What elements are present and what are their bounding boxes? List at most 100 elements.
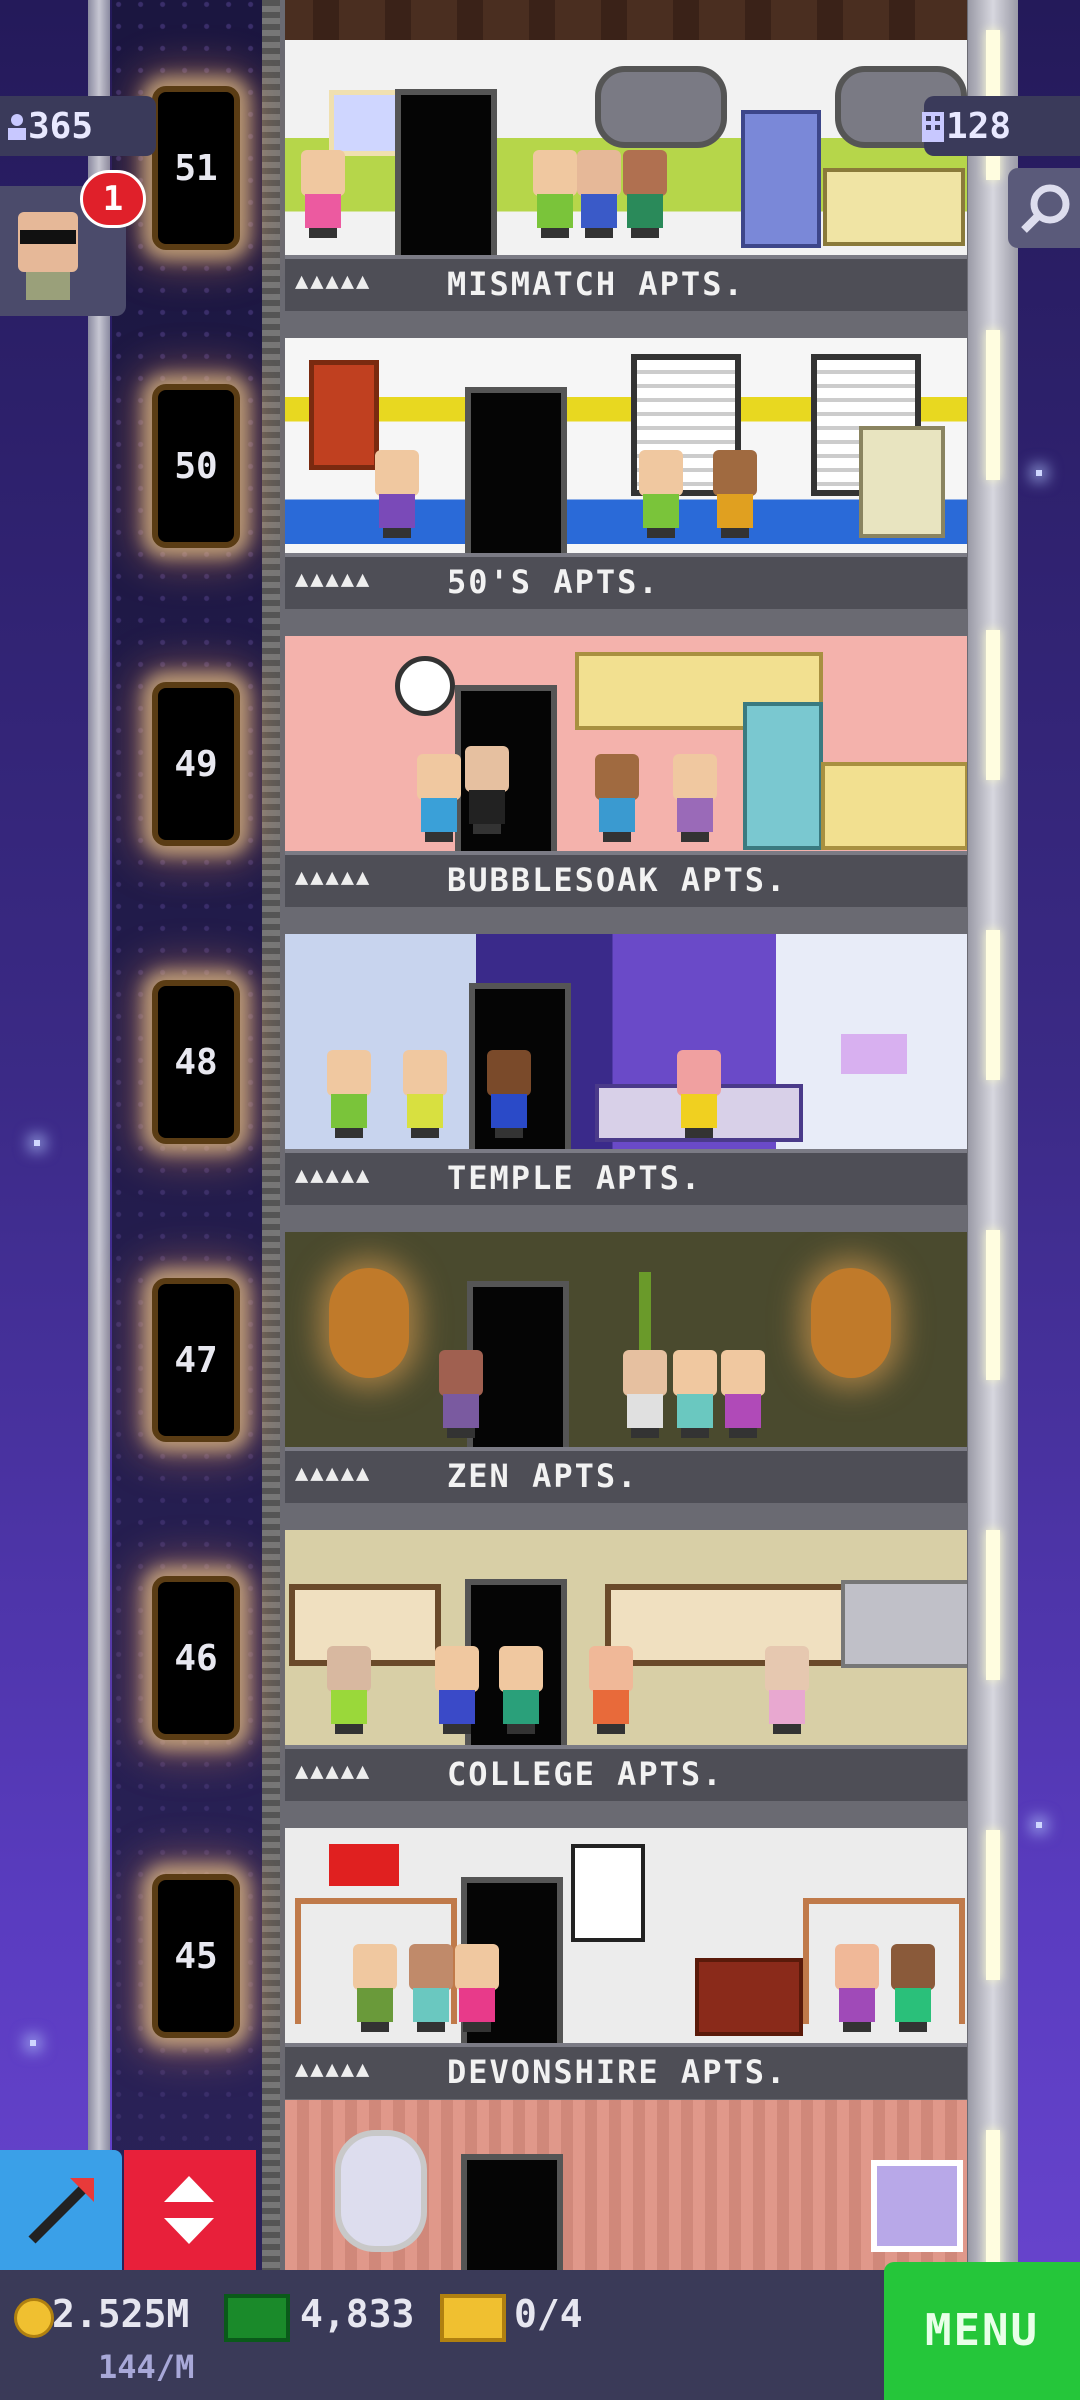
elevator-stop-floor-51[interactable]: 51 xyxy=(152,86,240,250)
resident-icons: ▲▲▲▲▲ xyxy=(295,1461,372,1486)
notification-badge: 1 xyxy=(80,170,146,228)
floors-value: 128 xyxy=(946,106,1012,147)
coin-icon xyxy=(14,2298,54,2338)
floor-number: 49 xyxy=(174,744,218,785)
fridge xyxy=(741,110,821,248)
resident[interactable] xyxy=(453,1944,501,2032)
floor-name: TEMPLE APTS. xyxy=(447,1159,703,1197)
resident[interactable] xyxy=(463,746,511,834)
floors-counter[interactable]: 128 xyxy=(922,96,1080,156)
window xyxy=(605,1584,857,1666)
bookshelf xyxy=(695,1958,803,2036)
apartment-door xyxy=(465,387,567,563)
tickets-value: 0/4 xyxy=(514,2292,583,2336)
bunk-bed xyxy=(803,1898,965,2024)
floor-label-50: ▲▲▲▲▲ 50'S APTS. xyxy=(285,553,967,609)
floor-name: MISMATCH APTS. xyxy=(447,265,745,303)
floor-room-48[interactable] xyxy=(285,934,967,1179)
floor-room-45[interactable] xyxy=(285,1828,967,2073)
fridge xyxy=(743,702,823,850)
elevator-stop-floor-50[interactable]: 50 xyxy=(152,384,240,548)
floor-name: 50'S APTS. xyxy=(447,563,660,601)
floor-label-51: ▲▲▲▲▲ MISMATCH APTS. xyxy=(285,255,967,311)
floor-room-51[interactable] xyxy=(285,40,967,285)
resident[interactable] xyxy=(497,1646,545,1734)
resident[interactable] xyxy=(325,1646,373,1734)
resident[interactable] xyxy=(351,1944,399,2032)
resident[interactable] xyxy=(671,754,719,842)
elevator-stop-floor-48[interactable]: 48 xyxy=(152,980,240,1144)
resident[interactable] xyxy=(401,1050,449,1138)
resident[interactable] xyxy=(531,150,579,238)
floor-number: 47 xyxy=(174,1340,218,1381)
elevator-stop-floor-49[interactable]: 49 xyxy=(152,682,240,846)
floor-label-47: ▲▲▲▲▲ ZEN APTS. xyxy=(285,1447,967,1503)
coins-value: 2.525M xyxy=(52,2292,190,2336)
kitchen-counter xyxy=(823,168,965,246)
resident[interactable] xyxy=(415,754,463,842)
resident[interactable] xyxy=(325,1050,373,1138)
elevator-up-down-icon xyxy=(164,2176,214,2244)
elevator-stop-floor-47[interactable]: 47 xyxy=(152,1278,240,1442)
floor-room-46[interactable] xyxy=(285,1530,967,1775)
wall-art xyxy=(309,360,379,470)
floor-room-47[interactable] xyxy=(285,1232,967,1477)
floor-room-44[interactable] xyxy=(285,2100,967,2270)
resident[interactable] xyxy=(637,450,685,538)
star-decoration xyxy=(1036,470,1042,476)
search-button[interactable] xyxy=(1008,168,1080,248)
raise-button[interactable] xyxy=(0,2150,122,2270)
resident[interactable] xyxy=(833,1944,881,2032)
building-icon xyxy=(922,112,944,142)
resident[interactable] xyxy=(719,1350,767,1438)
apartment-door xyxy=(461,2154,563,2270)
resident[interactable] xyxy=(437,1350,485,1438)
floor-room-50[interactable] xyxy=(285,338,967,583)
population-value: 365 xyxy=(28,106,94,147)
resident[interactable] xyxy=(299,150,347,238)
resident[interactable] xyxy=(407,1944,455,2032)
resident[interactable] xyxy=(373,450,421,538)
poster xyxy=(571,1844,645,1942)
person-icon xyxy=(8,114,26,140)
resident[interactable] xyxy=(593,754,641,842)
floor-label-46: ▲▲▲▲▲ COLLEGE APTS. xyxy=(285,1745,967,1801)
kitchen-counter xyxy=(821,762,967,850)
right-support-pillar xyxy=(968,0,1018,2280)
arrow-up-right-icon xyxy=(28,2178,94,2244)
floor-name: DEVONSHIRE APTS. xyxy=(447,2053,788,2091)
elevator-rail xyxy=(262,0,280,2270)
resident[interactable] xyxy=(711,450,759,538)
resident[interactable] xyxy=(671,1350,719,1438)
floor-room-49[interactable] xyxy=(285,636,967,881)
menu-button[interactable]: MENU xyxy=(884,2262,1080,2400)
population-counter[interactable]: 365 xyxy=(0,96,156,156)
resident[interactable] xyxy=(587,1646,635,1734)
resident[interactable] xyxy=(485,1050,533,1138)
floor-number: 50 xyxy=(174,446,218,487)
pennant-flag xyxy=(329,1844,399,1886)
ticket-icon xyxy=(440,2294,506,2342)
resident[interactable] xyxy=(675,1050,723,1138)
wall-clock-icon xyxy=(395,656,455,716)
floor-number: 48 xyxy=(174,1042,218,1083)
resident-icons: ▲▲▲▲▲ xyxy=(295,865,372,890)
resident[interactable] xyxy=(621,1350,669,1438)
apartment-door xyxy=(395,89,497,265)
elevator-button[interactable] xyxy=(124,2150,256,2270)
resident-icons: ▲▲▲▲▲ xyxy=(295,567,372,592)
elevator-stop-floor-45[interactable]: 45 xyxy=(152,1874,240,2038)
picture-frame xyxy=(329,90,405,156)
resident[interactable] xyxy=(889,1944,937,2032)
resident[interactable] xyxy=(433,1646,481,1734)
resident[interactable] xyxy=(575,150,623,238)
star-decoration xyxy=(30,2040,36,2046)
magnifier-icon xyxy=(1021,184,1070,233)
resident[interactable] xyxy=(621,150,669,238)
bux-value: 4,833 xyxy=(300,2292,415,2336)
buddha-statue xyxy=(811,1268,891,1378)
window xyxy=(871,2160,963,2252)
elevator-stop-floor-46[interactable]: 46 xyxy=(152,1576,240,1740)
floor-number: 45 xyxy=(174,1936,218,1977)
resident[interactable] xyxy=(763,1646,811,1734)
